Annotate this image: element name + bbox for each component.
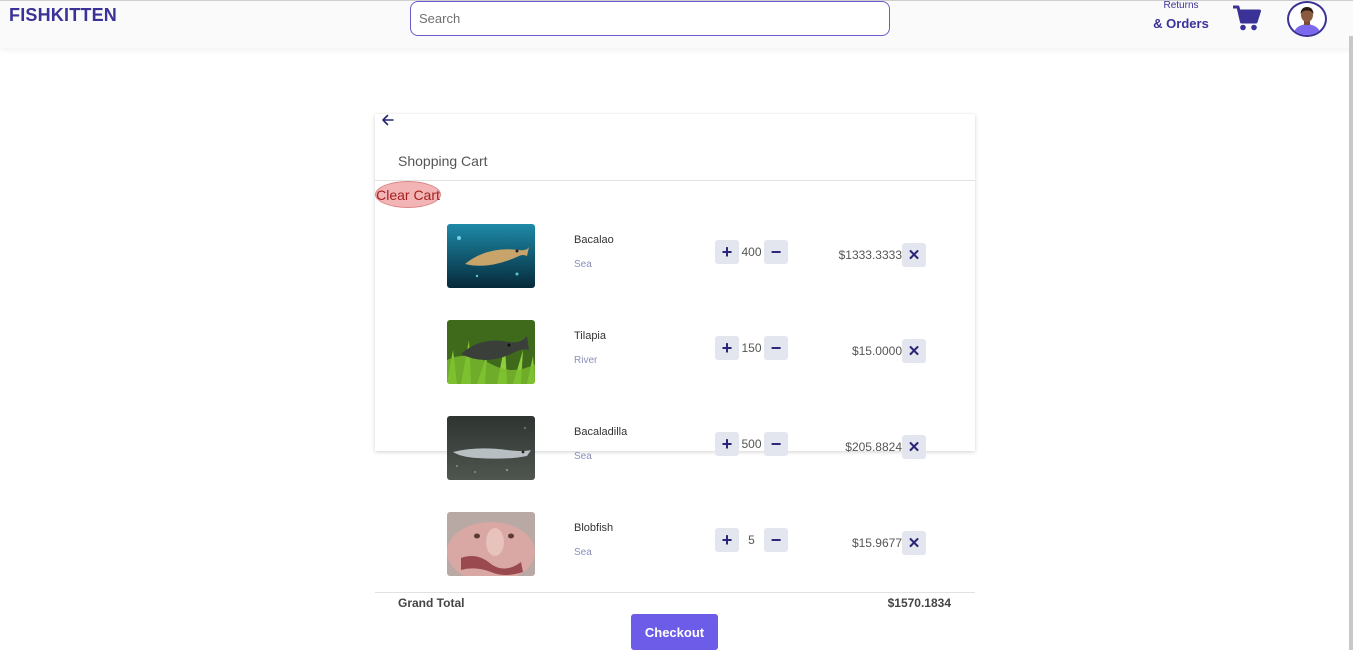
item-name: Bacalao [574, 234, 614, 246]
increase-quantity-button[interactable]: + [715, 336, 739, 360]
item-name: Tilapia [574, 330, 606, 342]
top-navbar: FISHKITTEN Returns & Orders [0, 0, 1353, 48]
item-price: $1333.3333 [838, 248, 902, 262]
arrow-left-icon[interactable] [381, 113, 395, 127]
item-type: Sea [574, 547, 592, 558]
item-price: $15.0000 [851, 344, 902, 358]
remove-item-button[interactable]: ✕ [902, 339, 926, 363]
checkout-button[interactable]: Checkout [631, 614, 718, 650]
divider [375, 592, 975, 593]
fish-image [447, 512, 535, 576]
grand-total-value: $1570.1834 [887, 596, 951, 610]
increase-quantity-button[interactable]: + [715, 240, 739, 264]
search-input[interactable] [410, 1, 890, 36]
item-name: Bacaladilla [574, 426, 628, 438]
grand-total-label: Grand Total [398, 596, 465, 610]
item-type: Sea [574, 451, 592, 462]
remove-item-button[interactable]: ✕ [902, 531, 926, 555]
remove-item-button[interactable]: ✕ [902, 243, 926, 267]
item-type: River [574, 355, 598, 366]
item-quantity: 500 [741, 437, 762, 451]
fish-image [447, 416, 535, 480]
decrease-quantity-button[interactable]: − [764, 240, 788, 264]
decrease-quantity-button[interactable]: − [764, 528, 788, 552]
item-name: Blobfish [574, 522, 614, 534]
returns-orders-link[interactable]: Returns & Orders [1148, 0, 1214, 31]
user-avatar-icon[interactable] [1287, 1, 1327, 37]
decrease-quantity-button[interactable]: − [764, 336, 788, 360]
shopping-cart-icon[interactable] [1232, 4, 1262, 32]
page-title: Shopping Cart [398, 153, 488, 169]
increase-quantity-button[interactable]: + [715, 528, 739, 552]
item-quantity: 400 [741, 245, 762, 259]
cart-item-row: Bacaladilla Sea + 500 − $205.8824 ✕ [375, 416, 975, 480]
decrease-quantity-button[interactable]: − [764, 432, 788, 456]
cart-item-row: Blobfish Sea + 5 − $15.9677 ✕ [375, 512, 975, 576]
item-quantity: 150 [741, 341, 762, 355]
cart-item-row: Tilapia River + 150 − $15.0000 ✕ [375, 320, 975, 384]
item-price: $205.8824 [845, 440, 902, 454]
item-price: $15.9677 [851, 536, 902, 550]
increase-quantity-button[interactable]: + [715, 432, 739, 456]
returns-label: Returns [1163, 0, 1199, 11]
item-quantity: 5 [748, 533, 755, 547]
page-scrollbar[interactable] [1349, 36, 1353, 650]
cart-item-row: Bacalao Sea + 400 − $1333.3333 ✕ [375, 224, 975, 288]
remove-item-button[interactable]: ✕ [902, 435, 926, 459]
clear-cart-button[interactable]: Clear Cart [375, 181, 441, 208]
orders-label: & Orders [1153, 16, 1209, 31]
item-type: Sea [574, 259, 592, 270]
divider [375, 180, 975, 181]
fish-image [447, 320, 535, 384]
brand-logo[interactable]: FISHKITTEN [9, 5, 117, 26]
fish-image [447, 224, 535, 288]
